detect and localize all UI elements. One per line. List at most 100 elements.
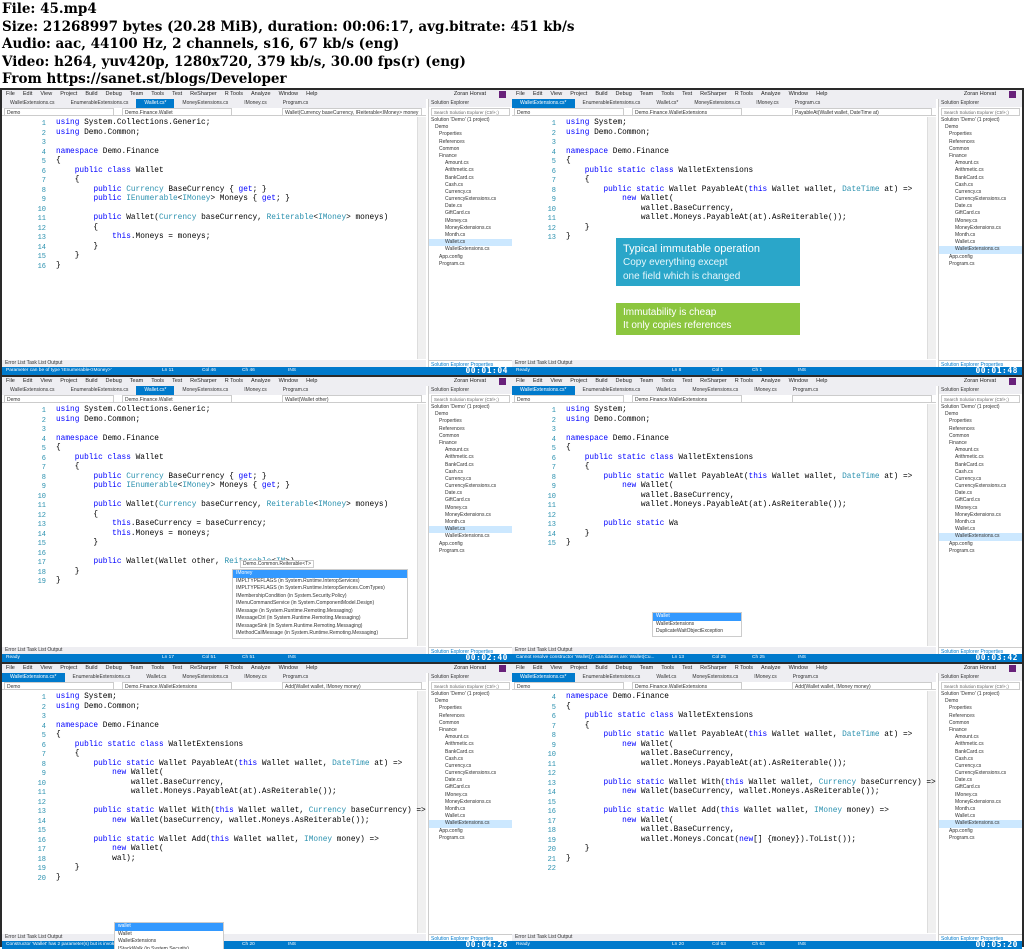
solution-item[interactable]: Wallet.cs [429,813,512,820]
solution-item[interactable]: Program.cs [939,261,1022,268]
code-editor[interactable]: 1using System.Collections.Generic;2using… [2,117,426,359]
menu-item[interactable]: R Tools [225,665,243,671]
completion-item[interactable]: IMoney [233,570,407,578]
menu-item[interactable]: Edit [533,378,542,384]
code-editor[interactable]: 1using System;2using Demo.Common;34names… [2,691,426,933]
solution-item[interactable]: BankCard.cs [939,749,1022,756]
document-tab[interactable]: WalletExtensions.cs [2,99,63,108]
intellisense-list[interactable]: IMoneyIMPLTYPEFLAGS (in System.Runtime.I… [232,569,408,639]
bottom-tool-tabs[interactable]: Error List Task List Output [2,647,426,654]
menu-item[interactable]: Tools [151,91,164,97]
document-tab[interactable]: EnumerableExtensions.cs [63,99,137,108]
solution-item[interactable]: Properties [429,418,512,425]
menu-item[interactable]: Build [85,378,97,384]
solution-item[interactable]: Common [429,146,512,153]
solution-item[interactable]: Demo [939,411,1022,418]
document-tab[interactable]: EnumerableExtensions.cs [575,673,649,682]
menu-item[interactable]: Debug [616,665,632,671]
completion-item[interactable]: IMethodCallMessage (in System.Runtime.Re… [233,630,407,638]
solution-item[interactable]: Wallet.cs [939,813,1022,820]
solution-item[interactable]: WalletExtensions.cs [939,820,1022,827]
editor-scrollbar[interactable] [927,117,936,359]
menu-item[interactable]: Test [682,378,692,384]
solution-item[interactable]: Month.cs [429,519,512,526]
solution-item[interactable]: Amount.cs [939,447,1022,454]
completion-item[interactable]: IMessageSink (in System.Runtime.Remoting… [233,623,407,631]
solution-item[interactable]: References [939,426,1022,433]
solution-item[interactable]: Solution 'Demo' (1 project) [939,117,1022,124]
nav-dropdown[interactable]: Demo [4,108,114,116]
menu-item[interactable]: Edit [23,665,32,671]
solution-item[interactable]: Date.cs [939,777,1022,784]
menu-item[interactable]: R Tools [735,91,753,97]
solution-item[interactable]: Arithmetic.cs [939,167,1022,174]
solution-item[interactable]: References [429,139,512,146]
solution-item[interactable]: Program.cs [429,835,512,842]
menu-item[interactable]: Team [640,378,653,384]
menu-item[interactable]: Build [85,665,97,671]
menu-item[interactable]: Edit [533,665,542,671]
menu-item[interactable]: Tools [151,665,164,671]
nav-dropdown[interactable]: Demo.Finance.WalletExtensions [632,395,742,403]
solution-item[interactable]: CurrencyExtensions.cs [939,196,1022,203]
solution-item[interactable]: App.config [429,828,512,835]
completion-item[interactable]: IMPLTYPEFLAGS (in System.Runtime.Interop… [233,578,407,586]
solution-item[interactable]: GiftCard.cs [429,497,512,504]
solution-item[interactable]: Currency.cs [939,763,1022,770]
solution-item[interactable]: Currency.cs [429,189,512,196]
solution-item[interactable]: Program.cs [939,835,1022,842]
menu-item[interactable]: Edit [23,378,32,384]
solution-item[interactable]: BankCard.cs [429,749,512,756]
solution-item[interactable]: Cash.cs [939,756,1022,763]
solution-item[interactable]: WalletExtensions.cs [939,246,1022,253]
menu-item[interactable]: Project [60,91,77,97]
solution-item[interactable]: Finance [939,440,1022,447]
solution-item[interactable]: Finance [939,727,1022,734]
solution-item[interactable]: App.config [939,828,1022,835]
menu-item[interactable]: Help [816,665,827,671]
nav-dropdown[interactable]: Wallet(Currency baseCurrency, IReiterabl… [282,108,422,116]
menu-item[interactable]: Help [816,91,827,97]
menu-item[interactable]: Edit [533,91,542,97]
solution-search-input[interactable]: Search Solution Explorer (Ctrl+;) [431,682,510,690]
solution-item[interactable]: Date.cs [429,490,512,497]
solution-item[interactable]: Date.cs [429,203,512,210]
menu-item[interactable]: Help [306,665,317,671]
document-tab[interactable]: MoneyExtensions.cs [174,673,236,682]
solution-search-input[interactable]: Search Solution Explorer (Ctrl+;) [431,108,510,116]
menu-item[interactable]: Window [279,665,299,671]
menu-item[interactable]: Project [60,665,77,671]
solution-item[interactable]: References [429,426,512,433]
solution-item[interactable]: IMoney.cs [939,792,1022,799]
menu-item[interactable]: Tools [151,378,164,384]
menu-item[interactable]: Debug [616,378,632,384]
document-tab[interactable]: Program.cs [275,386,317,395]
menu-item[interactable]: R Tools [735,665,753,671]
solution-item[interactable]: References [939,139,1022,146]
solution-item[interactable]: Month.cs [429,232,512,239]
menu-item[interactable]: ReSharper [190,91,217,97]
solution-item[interactable]: CurrencyExtensions.cs [429,483,512,490]
solution-item[interactable]: CurrencyExtensions.cs [429,770,512,777]
solution-item[interactable]: App.config [429,254,512,261]
menu-item[interactable]: Build [595,665,607,671]
menu-item[interactable]: File [516,91,525,97]
menu-item[interactable]: View [40,378,52,384]
solution-item[interactable]: BankCard.cs [429,175,512,182]
nav-dropdown[interactable]: Demo.Finance.Wallet [122,395,232,403]
solution-search-input[interactable]: Search Solution Explorer (Ctrl+;) [431,395,510,403]
solution-item[interactable]: Date.cs [429,777,512,784]
document-tab[interactable]: Program.cs [785,673,827,682]
solution-item[interactable]: MoneyExtensions.cs [429,512,512,519]
menu-item[interactable]: File [516,665,525,671]
solution-item[interactable]: Arithmetic.cs [939,454,1022,461]
solution-item[interactable]: Cash.cs [939,469,1022,476]
completion-item[interactable]: IMessage (in System.Runtime.Remoting.Mes… [233,608,407,616]
menu-item[interactable]: Project [570,665,587,671]
document-tab[interactable]: Program.cs [785,386,827,395]
solution-item[interactable]: Solution 'Demo' (1 project) [939,404,1022,411]
document-tab[interactable]: MoneyExtensions.cs [174,99,236,108]
solution-item[interactable]: Cash.cs [429,469,512,476]
menu-item[interactable]: Project [570,378,587,384]
menu-item[interactable]: Team [640,665,653,671]
